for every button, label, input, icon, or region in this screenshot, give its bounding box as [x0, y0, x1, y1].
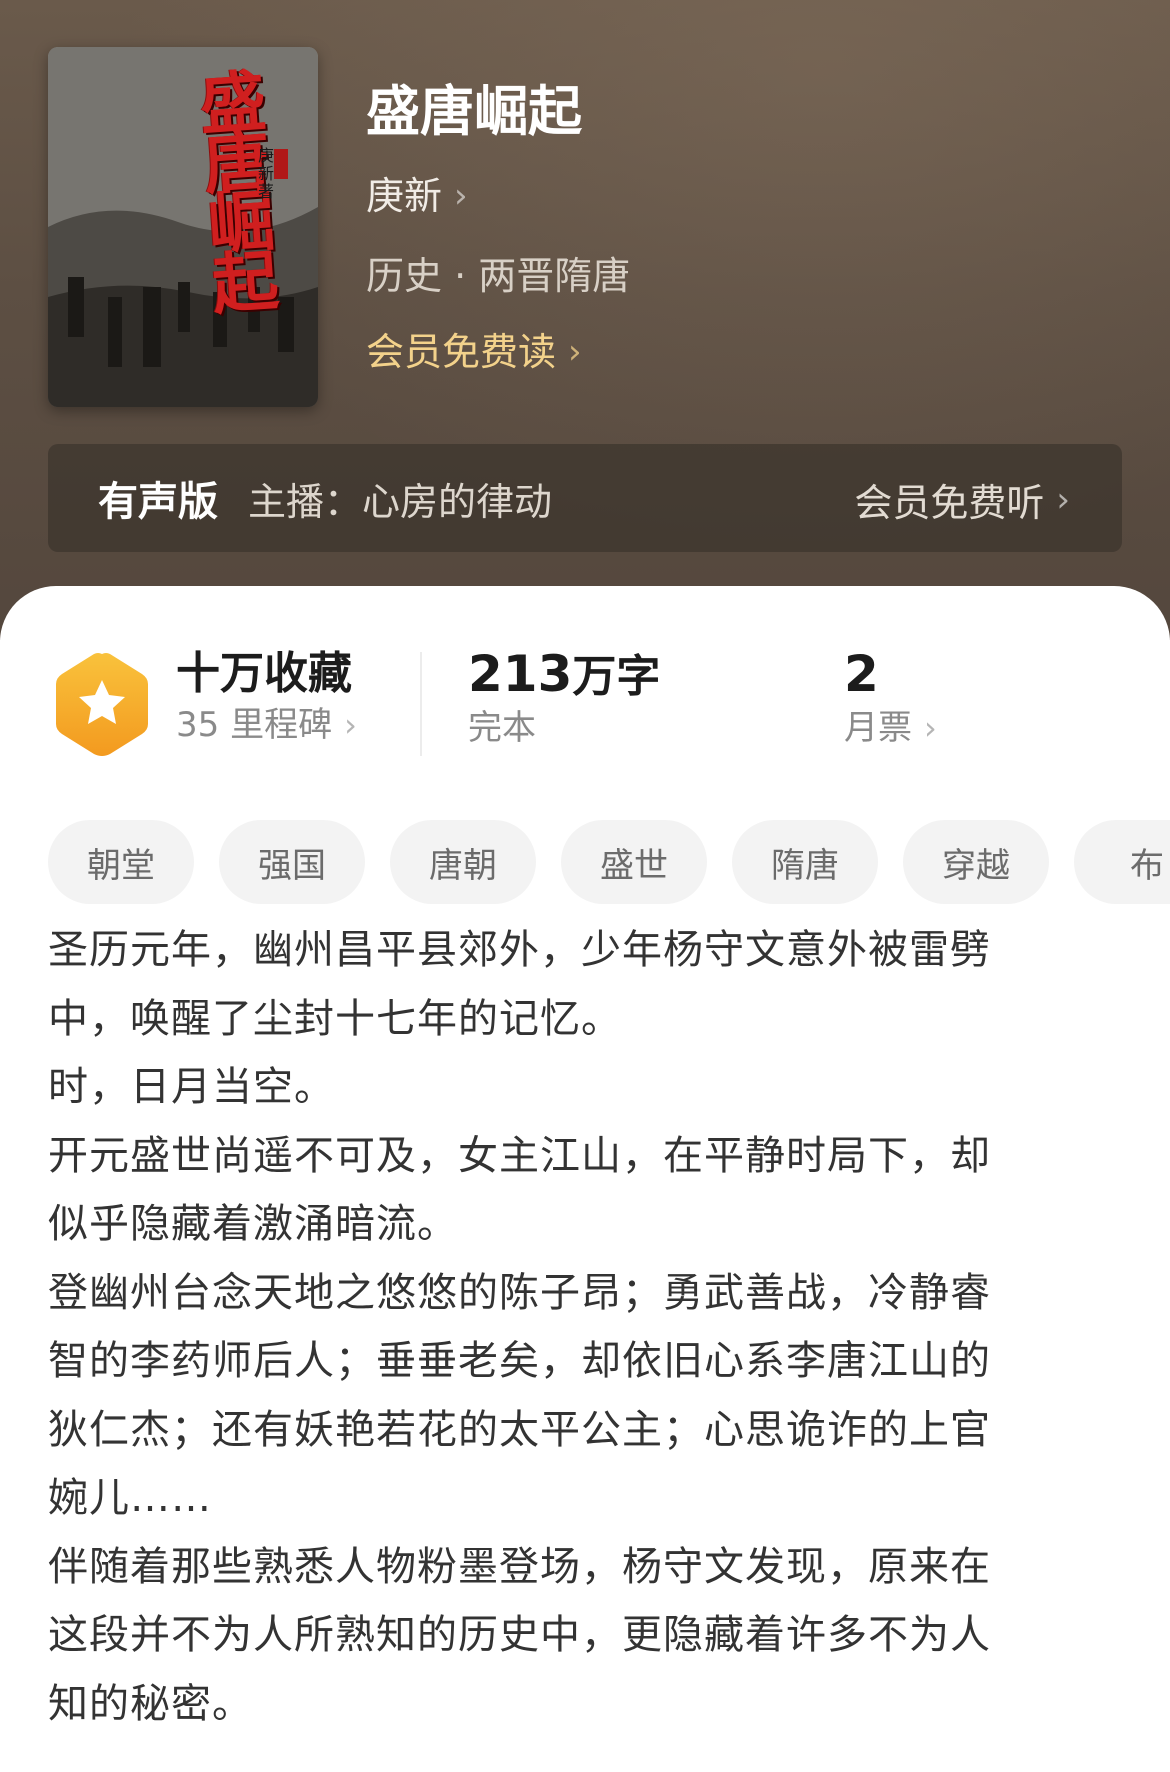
tag-chip[interactable]: 隋唐: [732, 820, 878, 904]
monthly-tickets-count: 2: [844, 646, 937, 705]
audiobook-host: 主播：心房的律动: [248, 479, 553, 524]
completion-status: 完本: [468, 708, 536, 748]
word-count-number: 213: [468, 645, 573, 703]
tag-chip[interactable]: 布: [1074, 820, 1170, 904]
cover-seal: [274, 149, 288, 179]
book-title: 盛唐崛起: [366, 80, 582, 143]
category-label: 历史 · 两晋隋唐: [366, 252, 630, 300]
monthly-tickets-stat[interactable]: 2 月票 ›: [844, 646, 937, 751]
chevron-right-icon: ›: [924, 709, 937, 747]
monthly-tickets-label: 月票: [844, 708, 912, 748]
audiobook-label: 有声版: [98, 479, 218, 525]
milestones-text: 35 里程碑: [176, 705, 333, 745]
monthly-tickets-number: 2: [844, 645, 879, 703]
cover-author: 庚新著: [255, 147, 274, 201]
tag-chip[interactable]: 盛世: [561, 820, 707, 904]
tag-chip[interactable]: 朝堂: [48, 820, 194, 904]
cover-title-art: 盛唐崛起: [186, 65, 282, 311]
chevron-right-icon: ›: [344, 706, 357, 744]
stats-divider: [420, 652, 422, 756]
milestones-link[interactable]: 35 里程碑 ›: [176, 702, 357, 748]
book-cover[interactable]: 盛唐崛起 庚新著: [48, 47, 318, 407]
chevron-right-icon: ›: [568, 332, 582, 372]
star-badge-icon: [56, 653, 148, 756]
audiobook-bar[interactable]: 有声版 主播：心房的律动 会员免费听 ›: [48, 444, 1122, 552]
author-link[interactable]: 庚新 ›: [366, 172, 468, 220]
member-listen-text: 会员免费听: [854, 481, 1045, 525]
tag-chip[interactable]: 强国: [219, 820, 365, 904]
favorites-stat[interactable]: 十万收藏 35 里程碑 ›: [176, 646, 357, 748]
member-read-text: 会员免费读: [366, 330, 557, 374]
monthly-tickets-link[interactable]: 月票 ›: [844, 705, 937, 751]
member-listen-link[interactable]: 会员免费听 ›: [854, 472, 1070, 527]
tag-chip[interactable]: 穿越: [903, 820, 1049, 904]
member-read-link[interactable]: 会员免费读 ›: [366, 328, 582, 376]
word-count-stat: 213万字 完本: [468, 646, 660, 751]
chevron-right-icon: ›: [1056, 479, 1070, 520]
book-detail-sheet: 十万收藏 35 里程碑 › 213万字 完本 2 月票 › 朝堂 强国 唐朝 盛…: [0, 586, 1170, 1772]
chevron-right-icon: ›: [454, 176, 468, 216]
book-synopsis: 圣历元年，幽州昌平县郊外，少年杨守文意外被雷劈 中，唤醒了尘封十七年的记忆。 时…: [48, 927, 991, 1727]
word-count: 213万字: [468, 646, 660, 705]
word-count-unit: 万字: [572, 651, 661, 702]
author-name: 庚新: [366, 174, 443, 218]
favorites-count: 十万收藏: [176, 648, 352, 699]
tag-chip[interactable]: 唐朝: [390, 820, 536, 904]
category-text: 历史 · 两晋隋唐: [366, 254, 631, 298]
tag-list: 朝堂 强国 唐朝 盛世 隋唐 穿越 布: [48, 820, 1170, 906]
